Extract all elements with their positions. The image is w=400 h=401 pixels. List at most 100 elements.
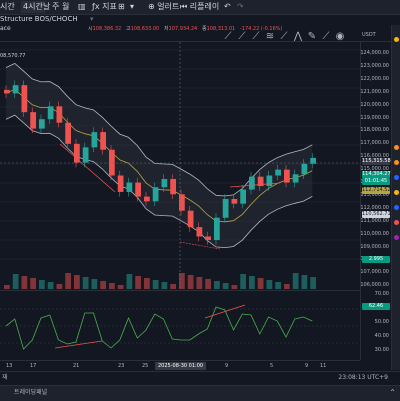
- volume-bar: [56, 284, 63, 289]
- candle-body: [292, 174, 299, 183]
- status-bar: 트레이딩패널 ⌃: [0, 385, 400, 401]
- volume-bar: [187, 275, 194, 289]
- volume-bar: [12, 274, 19, 289]
- osc-axis-label: 30.00: [374, 347, 389, 353]
- legend-chevron-icon[interactable]: ▾: [90, 15, 94, 24]
- coin-icon-4[interactable]: [394, 190, 399, 195]
- collapse-chevron-icon[interactable]: ⌃: [389, 388, 396, 398]
- coin-icon-1[interactable]: [394, 145, 399, 150]
- volume-bar: [144, 278, 150, 289]
- coin-icon-3[interactable]: [394, 175, 399, 180]
- redo-icon[interactable]: ↷: [237, 1, 244, 13]
- volume-bar: [284, 284, 290, 289]
- timeframe-day-button[interactable]: 날: [43, 1, 50, 13]
- watchlist-icon[interactable]: [394, 37, 399, 42]
- candle-body: [4, 89, 10, 94]
- crosshair-date: 2025-08-30: [158, 363, 188, 369]
- volume-bar: [47, 282, 54, 289]
- undo-icon[interactable]: ↶: [224, 1, 231, 13]
- price-badge-green-time: 01:01:45: [362, 178, 390, 185]
- candle-body: [56, 106, 63, 123]
- osc-axis-label: 70.00: [374, 291, 389, 297]
- volume-bar: [231, 285, 238, 289]
- candle-body: [222, 198, 229, 218]
- symbol-stub: ace: [0, 25, 11, 32]
- alerts-label: 얼러트: [157, 2, 180, 11]
- volume-bar: [100, 281, 106, 289]
- candle-body: [231, 198, 238, 204]
- osc-value-badge: 62.46: [362, 303, 390, 310]
- price-chart-svg[interactable]: [0, 42, 360, 289]
- volume-bar: [4, 285, 10, 289]
- crosshair-date-badge: 2025-08-30 01:00: [155, 362, 207, 370]
- volume-bar: [249, 276, 255, 289]
- currency-label[interactable]: USDT: [362, 31, 376, 39]
- candle-body: [301, 163, 308, 175]
- trading-panel-tab[interactable]: 트레이딩패널: [14, 389, 47, 397]
- candle-body: [205, 236, 211, 241]
- volume-bar: [196, 277, 203, 289]
- candle-body: [214, 217, 220, 241]
- time-axis-label: 25: [142, 363, 149, 369]
- bottom-left-glyph[interactable]: 재: [2, 374, 8, 382]
- candle-type-icon[interactable]: ▥: [78, 1, 86, 13]
- right-sidebar: [391, 25, 400, 370]
- volume-bar: [257, 278, 264, 289]
- coin-icon-5[interactable]: [394, 205, 399, 210]
- price-axis-label: 117,000.00: [360, 140, 389, 147]
- volume-bar: [39, 280, 45, 289]
- price-axis[interactable]: 124,000.00 123,000.00 122,000.00 121,000.00…: [360, 42, 391, 360]
- timezone-label[interactable]: 23:08:13 UTC+9: [338, 374, 388, 382]
- timeframe-4h-button[interactable]: 4시간: [21, 1, 45, 13]
- coin-icon-2[interactable]: [394, 160, 399, 165]
- candle-body: [12, 85, 19, 94]
- candle-body: [266, 175, 273, 187]
- oscillator-svg[interactable]: [0, 291, 360, 361]
- price-axis-label: 107,000.00: [360, 269, 389, 276]
- oscillator-pane[interactable]: [0, 290, 360, 361]
- candle-body: [144, 196, 150, 202]
- price-axis-label: 106,000.00: [360, 282, 389, 289]
- volume-bar: [91, 279, 98, 289]
- timeframe-prefix[interactable]: 시간: [0, 1, 15, 13]
- alerts-button[interactable]: ⊕ 얼러트: [148, 1, 179, 13]
- candle-body: [135, 182, 141, 197]
- templates-chevron-icon[interactable]: ▾: [130, 1, 134, 13]
- volume-bar: [240, 274, 246, 289]
- price-badge-green: 114,304.27: [362, 171, 391, 178]
- low-value: 107,934.24: [168, 26, 198, 32]
- volume-bar: [266, 280, 273, 289]
- volume-bar: [82, 277, 89, 289]
- volume-bar: [205, 279, 211, 289]
- candle-body: [65, 122, 71, 144]
- price-axis-label: 110,000.00: [360, 230, 389, 237]
- indicators-button[interactable]: ƒx 지표: [92, 1, 117, 13]
- volume-bar: [161, 282, 168, 289]
- candle-body: [161, 179, 168, 188]
- time-axis-label: 11: [320, 363, 327, 369]
- volume-bar: [135, 276, 141, 289]
- ohlc-row: ace 시108,386.32 고108,633.00 저107,934.24 …: [0, 25, 400, 42]
- volume-badge: 2.995: [362, 256, 390, 263]
- timeframe-month-button[interactable]: 월: [62, 1, 69, 13]
- price-axis-label: 112,000.00: [360, 204, 389, 211]
- time-axis-label: 5: [270, 363, 274, 369]
- templates-icon[interactable]: ⊞: [118, 1, 125, 13]
- coin-icon-7[interactable]: [394, 235, 399, 240]
- crosshair-time: 01:00: [188, 363, 204, 369]
- osc-axis-label: 50.00: [374, 319, 389, 325]
- replay-button[interactable]: ⏮ 리플레이: [180, 1, 219, 13]
- price-axis-label: 124,000.00: [360, 50, 389, 56]
- candle-body: [39, 119, 45, 129]
- top-toolbar: 시간 4시간 날 주 월 ▥ ƒx 지표 ⊞ ▾ ⊕ 얼러트 ⏮ 리플레이 ↶ …: [0, 0, 400, 15]
- price-axis-label: 122,000.00: [360, 75, 389, 82]
- volume-bar: [292, 273, 299, 289]
- coin-icon-6[interactable]: [394, 220, 399, 225]
- candle-body: [249, 176, 255, 190]
- main-chart[interactable]: 08,570.77: [0, 42, 360, 289]
- indicator-name[interactable]: Structure BOS/CHOCH: [0, 15, 78, 24]
- time-axis-label: 9: [305, 363, 309, 369]
- candle-body: [117, 175, 124, 192]
- volume-bar: [74, 275, 80, 289]
- timeframe-week-button[interactable]: 주: [52, 1, 59, 13]
